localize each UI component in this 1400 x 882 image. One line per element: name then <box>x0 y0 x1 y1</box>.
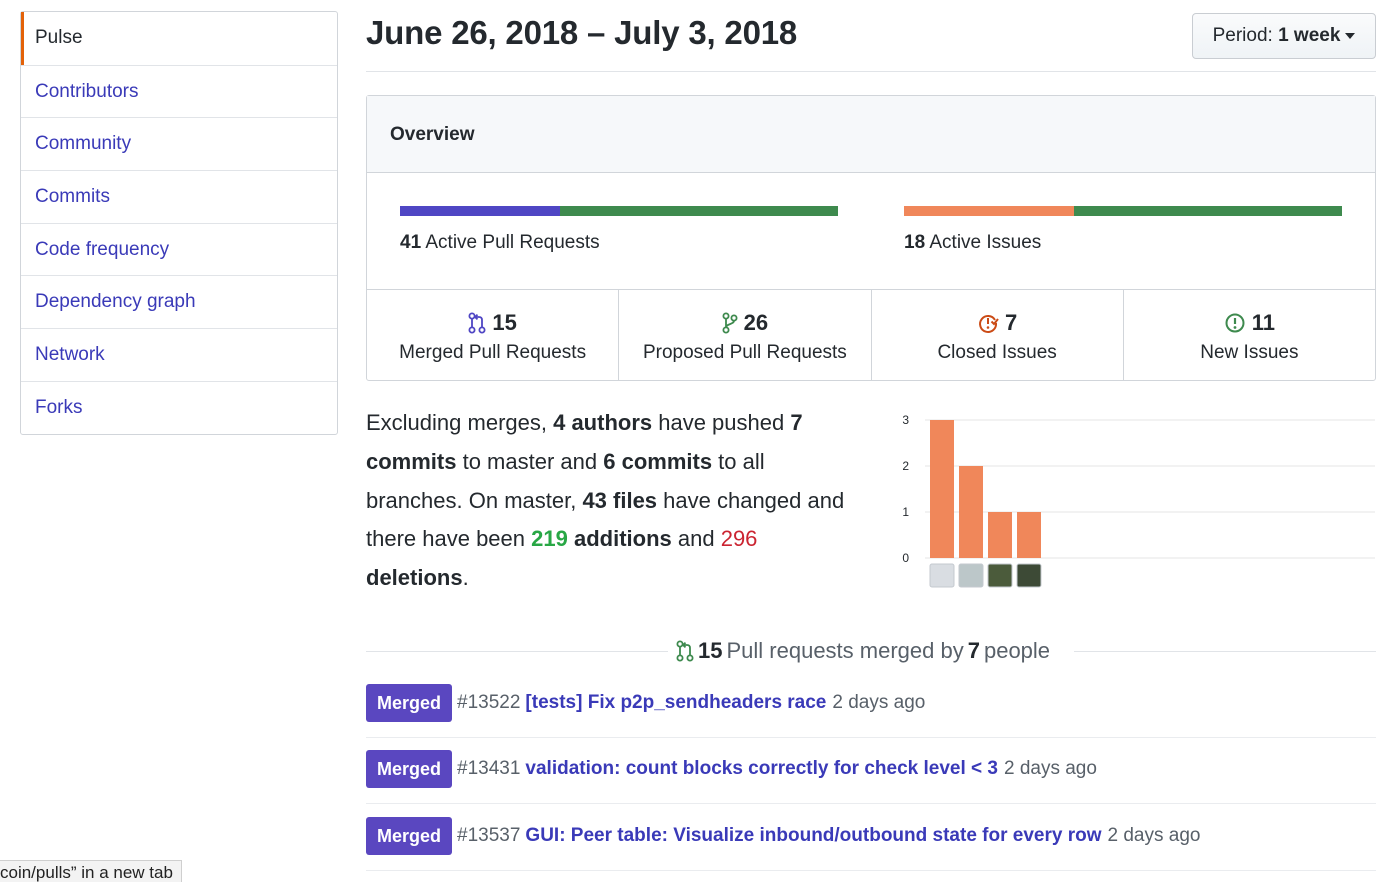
pr-title-link[interactable]: GUI: Peer table: Visualize inbound/outbo… <box>525 825 1101 847</box>
active-pr-count: 41 <box>400 232 422 253</box>
pr-open-bar[interactable] <box>560 206 838 216</box>
deletions-count: 296 <box>720 526 758 552</box>
merged-count: 15 <box>698 638 723 663</box>
y-tick-label: 0 <box>902 551 909 565</box>
issue-opened-icon <box>1225 313 1245 333</box>
deletions-word: deletions <box>366 565 463 591</box>
pr-time: 2 days ago <box>832 691 926 713</box>
authors-link[interactable]: 4 authors <box>553 410 652 435</box>
sidebar-item-contributors[interactable]: Contributors <box>21 64 337 118</box>
merged-people-count: 7 <box>967 638 980 663</box>
period-value: 1 week <box>1278 25 1341 46</box>
issues-closed-bar[interactable] <box>904 206 1074 216</box>
summary-text: to master and <box>456 448 604 474</box>
active-issues-text: Active Issues <box>929 232 1042 253</box>
additions-count: 219 <box>531 526 568 552</box>
pr-number: #13537 <box>457 824 521 846</box>
closed-issues-count: 7 <box>1005 310 1018 335</box>
summary-text: and <box>671 526 721 552</box>
sidebar-item-commits[interactable]: Commits <box>21 170 337 223</box>
pr-time: 2 days ago <box>1003 757 1097 779</box>
summary-text: have pushed <box>652 410 791 435</box>
author-avatar <box>958 563 984 588</box>
repo-insights-sidebar: Pulse Contributors Community Commits Cod… <box>20 11 338 435</box>
merged-pr-heading: 15 Pull requests merged by 7 people <box>676 638 1050 664</box>
all-commits-link[interactable]: 6 commits <box>603 449 712 474</box>
issue-closed-icon <box>979 315 999 333</box>
additions-word: additions <box>573 526 672 552</box>
stat-closed-issues[interactable]: 7 Closed Issues <box>870 290 1123 380</box>
author-avatar <box>1016 563 1042 588</box>
overview-stats-row: 15 Merged Pull Requests 26 Proposed Pull… <box>367 289 1375 380</box>
commit-bar <box>930 420 954 558</box>
period-prefix: Period: <box>1212 25 1273 46</box>
merged-badge: Merged <box>366 683 453 722</box>
new-issues-label: New Issues <box>1200 342 1299 363</box>
author-commits-chart: 0 1 2 3 <box>902 413 1375 588</box>
period-select-button[interactable]: Period: 1 week <box>1192 13 1376 59</box>
merged-heading-rule-left <box>366 651 668 652</box>
pr-number: #13522 <box>457 691 521 713</box>
stat-new-issues[interactable]: 11 New Issues <box>1122 290 1375 380</box>
sidebar-item-community[interactable]: Community <box>21 117 337 170</box>
merged-heading-text: Pull requests merged by <box>726 638 964 663</box>
merged-pr-row: Merged #13431 validation: count blocks c… <box>366 738 1376 804</box>
merged-pr-row: Merged #13537 GUI: Peer table: Visualize… <box>366 805 1376 871</box>
overview-title: Overview <box>367 96 1375 173</box>
merged-pr-row: Merged #13522 [tests] Fix p2p_sendheader… <box>366 672 1376 738</box>
issues-open-bar[interactable] <box>1074 206 1342 216</box>
proposed-pr-label: Proposed Pull Requests <box>642 342 847 363</box>
overview-panel: Overview 41 Active Pull Requests 18 Acti… <box>366 95 1376 381</box>
proposed-pr-count: 26 <box>743 310 769 335</box>
sidebar-item-code-frequency[interactable]: Code frequency <box>21 222 337 276</box>
caret-down-icon <box>1345 32 1356 39</box>
active-issues-label[interactable]: 18 Active Issues <box>904 232 1041 254</box>
active-issues-count: 18 <box>904 232 926 253</box>
pr-title-link[interactable]: validation: count blocks correctly for c… <box>525 758 998 780</box>
sidebar-item-forks[interactable]: Forks <box>21 380 337 434</box>
git-pull-request-icon <box>722 312 738 334</box>
pr-merged-bar[interactable] <box>400 206 560 216</box>
merged-pr-count: 15 <box>492 310 517 335</box>
pr-number: #13431 <box>457 757 521 779</box>
active-pull-requests-label[interactable]: 41 Active Pull Requests <box>400 232 600 254</box>
commit-summary: Excluding merges, 4 authors have pushed … <box>366 404 866 598</box>
merged-heading-rule-right <box>1074 651 1376 652</box>
commit-bar <box>959 466 983 558</box>
pr-title-link[interactable]: [tests] Fix p2p_sendheaders race <box>525 692 826 714</box>
stat-proposed-pull-requests[interactable]: 26 Proposed Pull Requests <box>618 290 870 380</box>
commit-bar <box>1017 512 1041 558</box>
sidebar-item-dependency-graph[interactable]: Dependency graph <box>21 275 337 328</box>
header-divider <box>366 71 1376 72</box>
closed-issues-label: Closed Issues <box>937 342 1057 363</box>
merged-badge: Merged <box>366 749 453 788</box>
sidebar-item-pulse[interactable]: Pulse <box>21 12 337 65</box>
git-merge-icon <box>676 640 694 662</box>
date-range-title: June 26, 2018 – July 3, 2018 <box>366 14 798 51</box>
merged-badge: Merged <box>366 816 453 855</box>
author-avatar <box>929 563 955 588</box>
new-issues-count: 11 <box>1251 310 1275 335</box>
git-merge-icon <box>468 312 486 334</box>
y-tick-label: 3 <box>902 413 909 427</box>
merged-heading-text: people <box>983 638 1051 663</box>
commit-bar <box>988 512 1012 558</box>
active-pr-text: Active Pull Requests <box>425 232 600 253</box>
y-tick-label: 2 <box>902 459 909 473</box>
pr-time: 2 days ago <box>1107 824 1201 846</box>
summary-text: . <box>462 565 469 591</box>
stat-merged-pull-requests[interactable]: 15 Merged Pull Requests <box>367 290 618 380</box>
summary-text: Excluding merges, <box>366 410 554 435</box>
y-tick-label: 1 <box>902 505 909 519</box>
sidebar-item-network[interactable]: Network <box>21 328 337 381</box>
merged-pr-label: Merged Pull Requests <box>399 342 587 363</box>
author-avatar <box>987 563 1013 588</box>
link-status-tooltip: coin/pulls” in a new tab <box>0 860 182 882</box>
files-changed-link[interactable]: 43 files <box>582 488 657 513</box>
